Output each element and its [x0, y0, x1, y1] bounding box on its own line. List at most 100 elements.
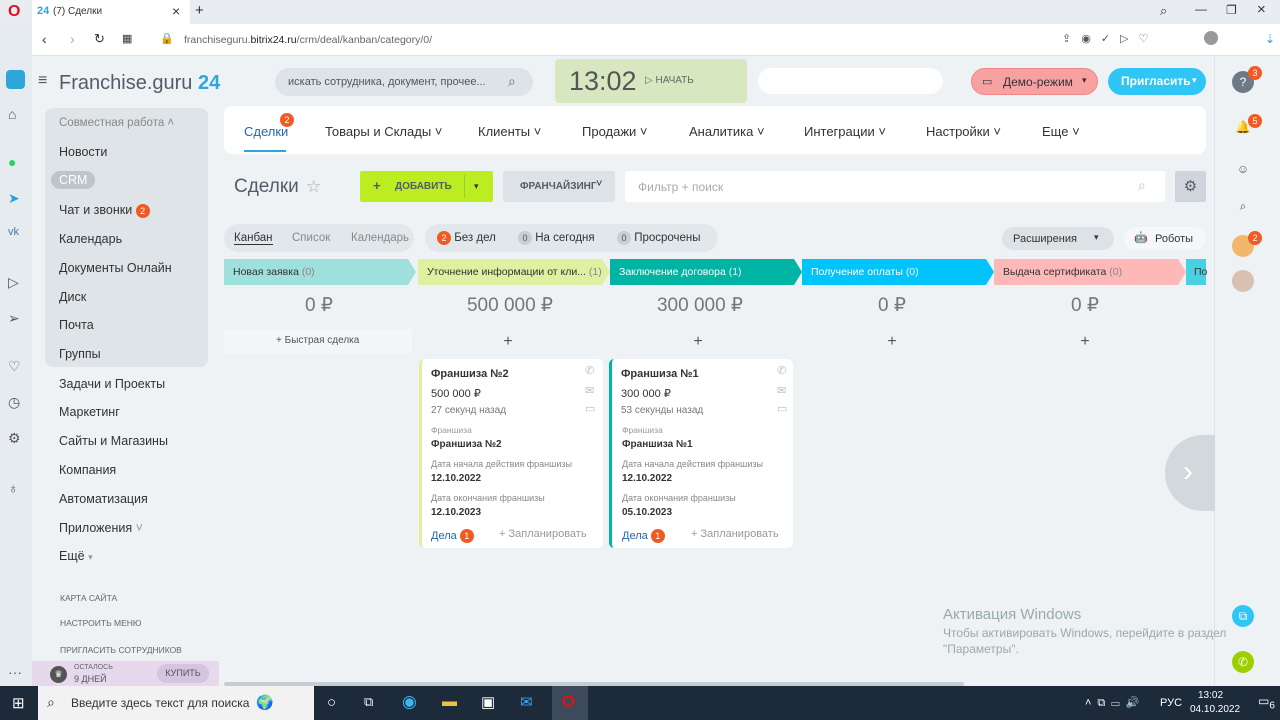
search-icon[interactable]: ⌕	[1232, 195, 1254, 217]
add-deal-plus-icon[interactable]: +	[797, 333, 987, 351]
search-tabs-icon[interactable]: ⌕	[1160, 3, 1167, 19]
send-icon[interactable]: ➢	[8, 310, 20, 327]
phone-icon[interactable]: ✆	[585, 364, 594, 377]
whatsapp-icon[interactable]: ●	[8, 154, 16, 170]
clock-date[interactable]: 04.10.2022	[1190, 704, 1240, 715]
sidebar-item-apps[interactable]: Приложения ˅	[59, 521, 143, 535]
task-view-icon[interactable]: ⧉	[364, 694, 373, 710]
mail-icon[interactable]: ✉	[585, 384, 594, 397]
start-day-button[interactable]: ▷ НАЧАТЬ	[645, 75, 694, 86]
home-icon[interactable]	[6, 70, 25, 89]
tab-settings[interactable]: Настройки ˅	[926, 124, 1001, 139]
open-lines-icon[interactable]: ⧉	[1232, 605, 1254, 627]
phone-icon[interactable]: ✆	[777, 364, 786, 377]
language-indicator[interactable]: РУС	[1160, 697, 1182, 709]
browser-extension-icons[interactable]: ⇪◉✓▷♡	[1062, 32, 1158, 45]
new-tab-icon[interactable]: +	[195, 2, 204, 19]
tab-products[interactable]: Товары и Склады ˅	[325, 124, 442, 139]
telegram-icon[interactable]: ➤	[8, 190, 20, 207]
explorer-icon[interactable]: ▬	[442, 693, 457, 710]
clock-time[interactable]: 13:02	[1198, 690, 1223, 701]
stage-header[interactable]: Уточнение информации от кли... (1)	[418, 259, 610, 285]
tab-sales[interactable]: Продажи ˅	[582, 124, 648, 139]
favorites-icon[interactable]: ♡	[8, 358, 21, 375]
add-deal-plus-icon[interactable]: +	[413, 333, 603, 351]
browser-tab[interactable]: 24 (7) Сделки ×	[32, 0, 190, 24]
opera-logo-icon[interactable]: O	[8, 3, 20, 21]
add-deal-button[interactable]: + ДОБАВИТЬ ▾	[360, 171, 493, 202]
stage-header[interactable]: По	[1186, 259, 1207, 285]
edge-icon[interactable]: ◉	[402, 692, 417, 712]
tasks-link[interactable]: Дела 1	[431, 529, 474, 543]
invite-employees-link[interactable]: ПРИГЛАСИТЬ СОТРУДНИКОВ	[60, 645, 182, 655]
sidebar-item-mail[interactable]: Почта	[59, 318, 94, 332]
more-icon[interactable]: ···	[8, 664, 22, 680]
search-icon[interactable]: ⌕	[508, 73, 516, 90]
tips-icon[interactable]: ♁	[8, 480, 19, 496]
vk-icon[interactable]: vk	[8, 226, 19, 238]
cortana-icon[interactable]: ○	[327, 694, 336, 711]
history-icon[interactable]: ◷	[8, 394, 20, 411]
sidebar-item-docs[interactable]: Документы Онлайн	[59, 261, 172, 275]
back-icon[interactable]: ‹	[42, 31, 47, 47]
sidebar-item-groups[interactable]: Группы	[59, 347, 101, 361]
tab-more[interactable]: Еще ˅	[1042, 124, 1080, 139]
windows-start-icon[interactable]: ⊞	[12, 694, 25, 712]
sidebar-item-sites[interactable]: Сайты и Магазины	[59, 434, 168, 448]
stage-header[interactable]: Выдача сертификата (0)	[994, 259, 1186, 285]
view-kanban[interactable]: Канбан	[234, 232, 273, 245]
sidebar-item-crm[interactable]: CRM	[51, 171, 96, 189]
settings-gear-button[interactable]: ⚙	[1175, 171, 1206, 202]
tasks-link[interactable]: Дела 1	[622, 529, 665, 543]
stage-header[interactable]: Получение оплаты (0)	[802, 259, 994, 285]
tab-clients[interactable]: Клиенты ˅	[478, 124, 541, 139]
deal-title[interactable]: Франшиза №1	[621, 368, 699, 380]
sidebar-item-chat[interactable]: Чат и звонки 2	[59, 203, 150, 218]
configure-menu-link[interactable]: НАСТРОИТЬ МЕНЮ	[60, 618, 141, 628]
view-calendar[interactable]: Календарь	[351, 232, 409, 244]
heart-icon[interactable]: ⌂	[8, 106, 16, 122]
sidebar-item-company[interactable]: Компания	[59, 463, 116, 477]
mail-icon[interactable]: ✉	[777, 384, 786, 397]
work-time-widget[interactable]: 13:02 ▷ НАЧАТЬ	[555, 59, 747, 103]
sidebar-item-automation[interactable]: Автоматизация	[59, 492, 148, 506]
deal-card[interactable]: Франшиза №1 300 000 ₽ 53 секунды назад ✆…	[609, 359, 793, 548]
notifications-icon[interactable]: ▭6	[1258, 694, 1275, 711]
sidebar-item-marketing[interactable]: Маркетинг	[59, 405, 120, 419]
counter-today[interactable]: 0 На сегодня	[518, 231, 595, 245]
close-tab-icon[interactable]: ×	[172, 3, 180, 19]
reload-icon[interactable]: ↻	[94, 31, 105, 47]
download-icon[interactable]: ⇣	[1265, 32, 1275, 46]
global-search-input[interactable]: искать сотрудника, документ, прочее... ⌕	[275, 68, 533, 96]
view-list[interactable]: Список	[292, 232, 330, 244]
close-window-icon[interactable]: ×	[1257, 1, 1266, 18]
comment-icon[interactable]: ▭	[585, 402, 595, 415]
counter-no-tasks[interactable]: 2 Без дел	[437, 231, 496, 245]
sitemap-link[interactable]: КАРТА САЙТА	[60, 593, 117, 603]
settings-icon[interactable]: ⚙	[8, 430, 21, 447]
sidebar-item-tasks[interactable]: Задачи и Проекты	[59, 377, 165, 391]
demo-mode-button[interactable]: ▭ Демо-режим ▾	[971, 68, 1098, 95]
menu-toggle-icon[interactable]: ≡	[38, 72, 47, 90]
tray-icons[interactable]: ˄⧉▭🔊	[1085, 696, 1145, 710]
url-field[interactable]: franchiseguru.bitrix24.ru/crm/deal/kanba…	[184, 34, 432, 46]
tab-analytics[interactable]: Аналитика ˅	[689, 124, 765, 139]
maximize-icon[interactable]: ❐	[1226, 3, 1237, 17]
portal-logo[interactable]: Franchise.guru 24	[59, 72, 220, 95]
opera-taskbar-button[interactable]: O	[552, 686, 588, 720]
store-icon[interactable]: ▣	[481, 693, 495, 711]
robots-button[interactable]: 🤖 Роботы	[1124, 227, 1206, 250]
stage-header[interactable]: Заключение договора (1)	[610, 259, 802, 285]
counter-overdue[interactable]: 0 Просрочены	[617, 231, 701, 245]
category-select[interactable]: ФРАНЧАЙЗИНГ ˅	[503, 171, 615, 202]
add-deal-plus-icon[interactable]: +	[603, 333, 793, 351]
profile-avatar[interactable]	[1204, 31, 1218, 45]
add-dropdown-icon[interactable]: ▾	[464, 175, 479, 198]
quick-deal-button[interactable]: + Быстрая сделка	[224, 329, 412, 353]
tab-integrations[interactable]: Интеграции ˅	[804, 124, 886, 139]
taskbar-search-input[interactable]: ⌕ Введите здесь текст для поиска 🌍	[38, 686, 314, 720]
invite-button[interactable]: Пригласить ▾	[1108, 68, 1206, 95]
user-avatar-2[interactable]	[1232, 270, 1254, 292]
comment-icon[interactable]: ▭	[777, 402, 787, 415]
add-deal-plus-icon[interactable]: +	[990, 333, 1180, 351]
